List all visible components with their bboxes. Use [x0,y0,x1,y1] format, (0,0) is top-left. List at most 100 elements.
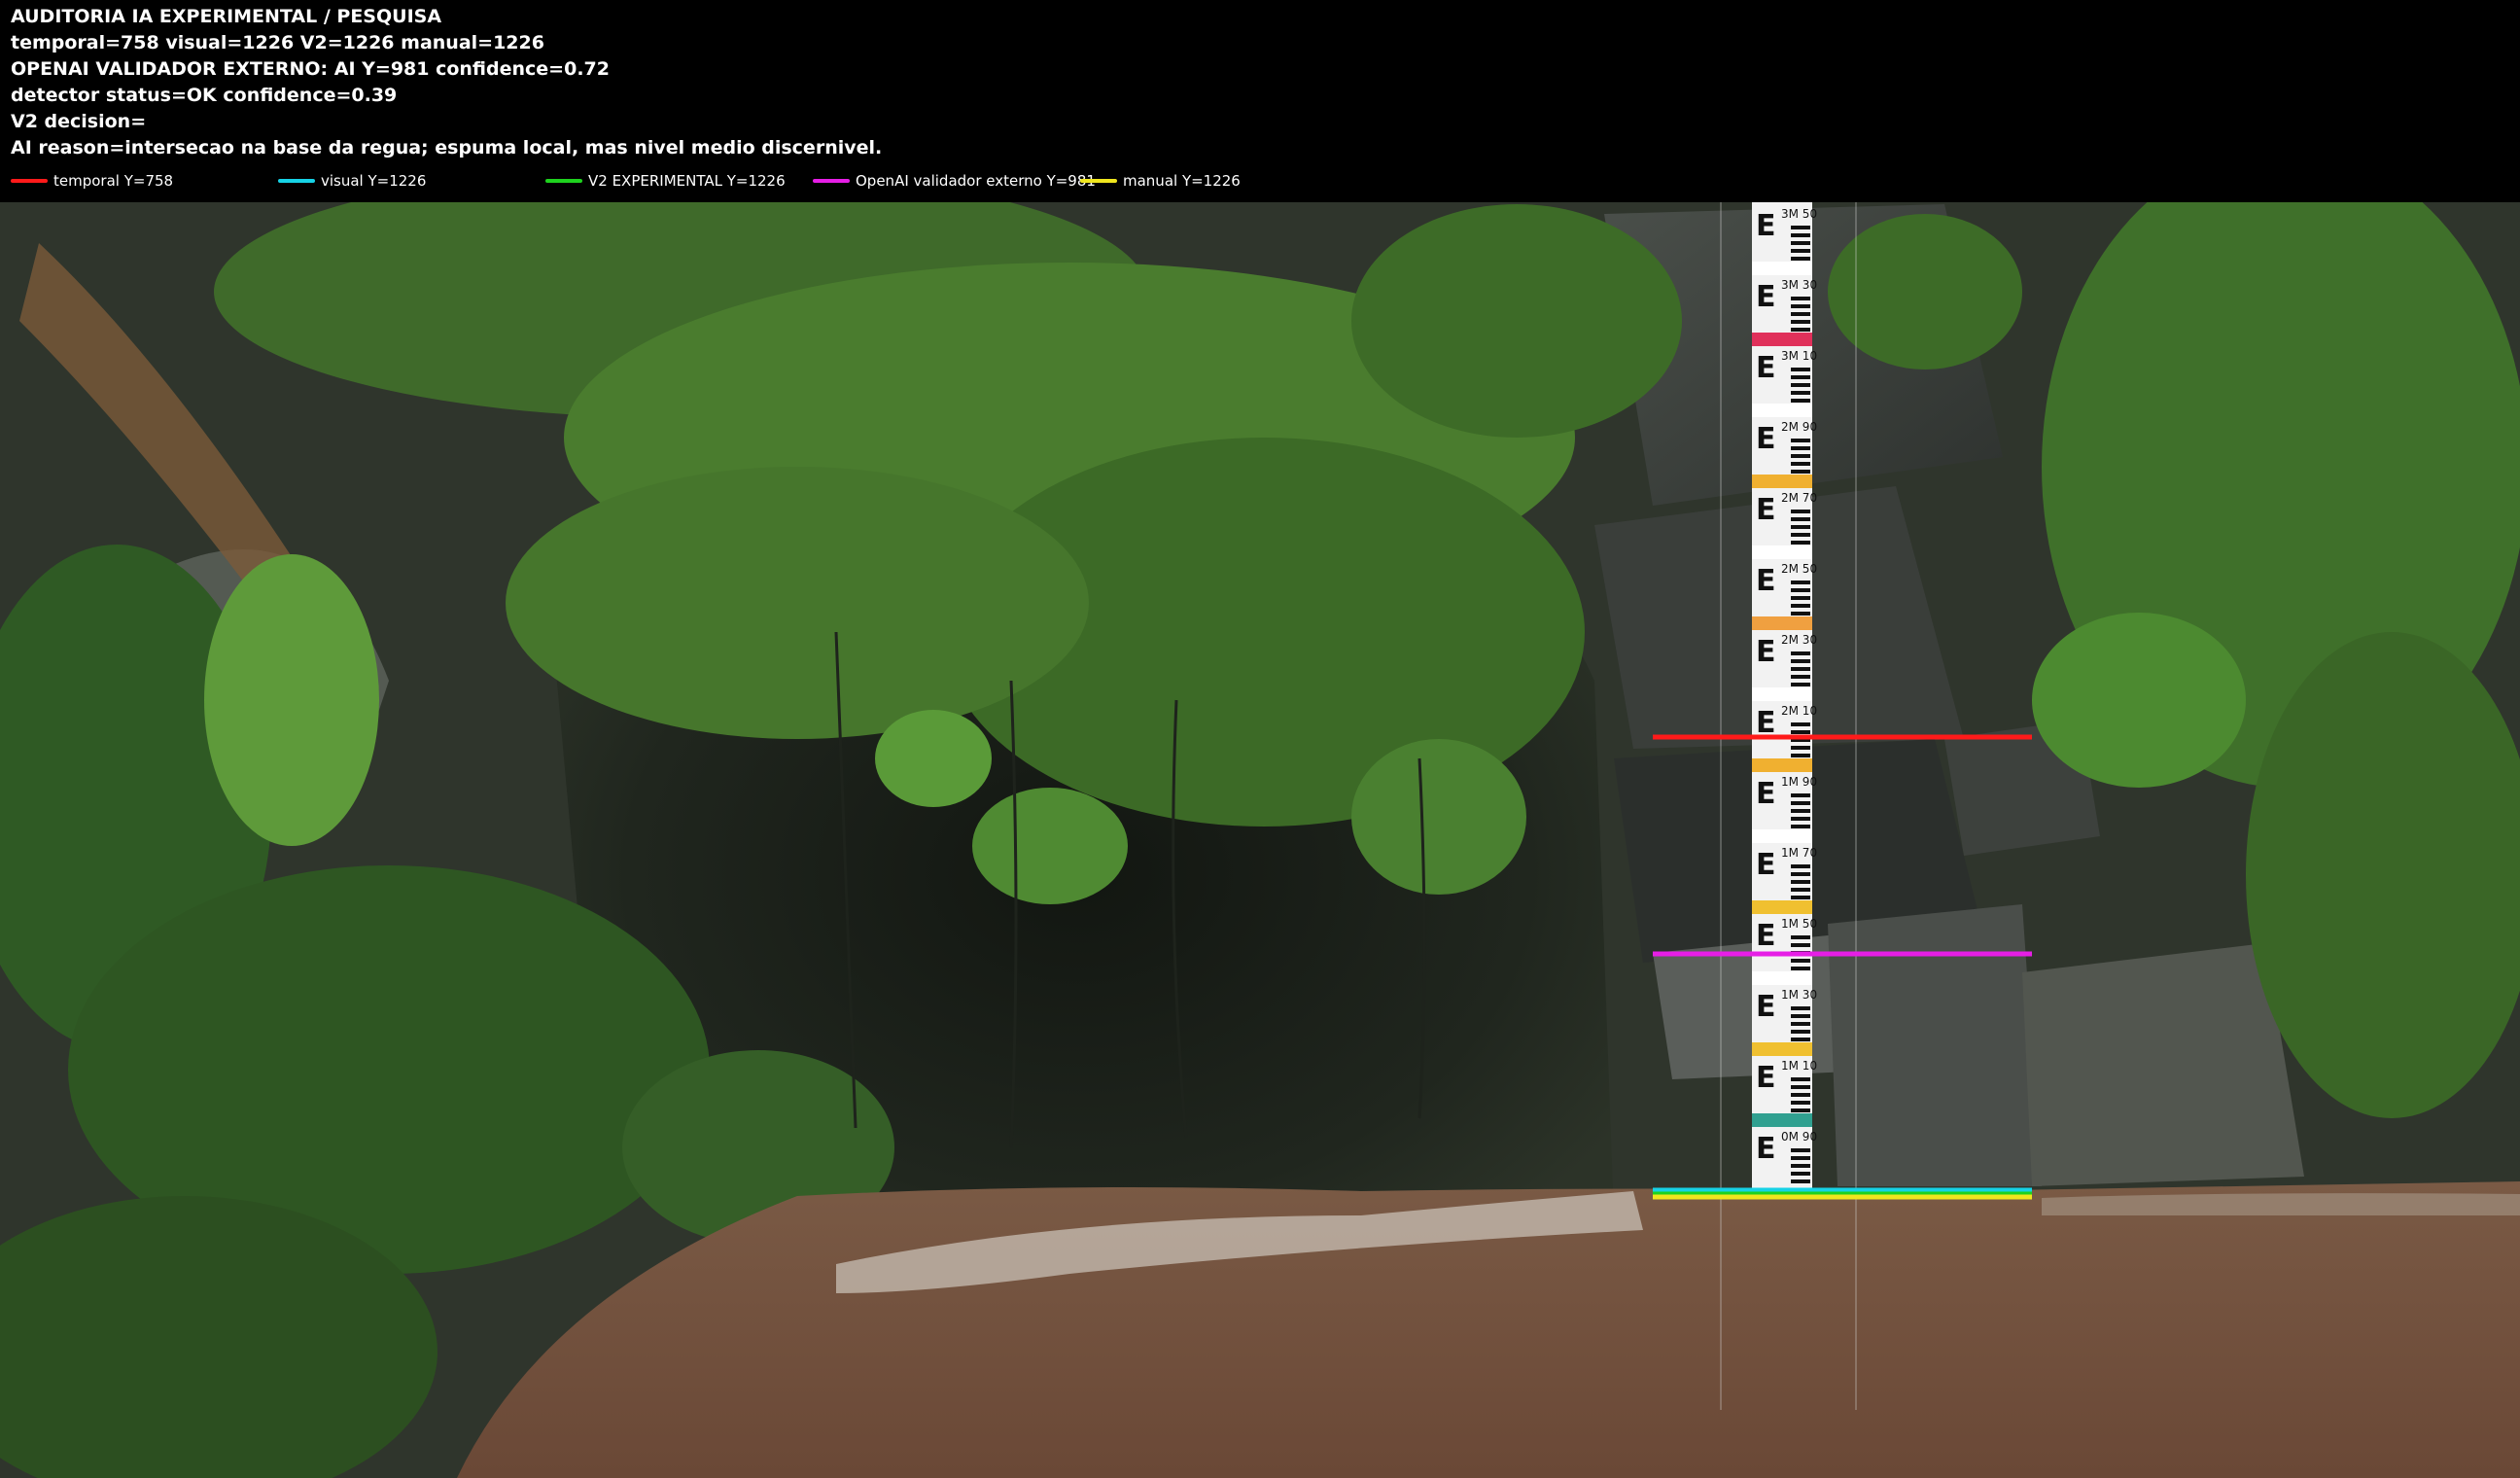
gauge-tick [1791,1022,1810,1026]
gauge-label: 1M 10 [1781,1059,1817,1073]
ai-reason: AI reason=intersecao na base da regua; e… [11,137,883,158]
legend-label-temporal: temporal Y=758 [53,172,174,190]
gauge-tick [1791,959,1810,963]
gauge-tick [1791,1093,1810,1097]
gauge-tick [1791,659,1810,663]
legend-label-v2: V2 EXPERIMENTAL Y=1226 [588,172,786,190]
gauge-label: 1M 90 [1781,775,1817,789]
gauge-tick [1791,967,1810,970]
gauge-tick [1791,1179,1810,1183]
gauge-tick [1791,399,1810,403]
gauge-label: 1M 50 [1781,917,1817,931]
gauge-color-band [1752,758,1812,772]
gauge-tick [1791,233,1810,237]
gauge-e-mark: E [1756,209,1776,243]
gauge-tick [1791,454,1810,458]
gauge-e-mark: E [1756,493,1776,527]
gauge-tick [1791,304,1810,308]
staff-gauge: E 3M 50 E 3M 30 E 3M 10 E 2M 90 E 2M 70 E 2M 50 E 2M … [1752,202,1817,1196]
gauge-tick [1791,683,1810,686]
gauge-color-band [1752,900,1812,914]
legend-swatch-v2 [545,179,582,183]
gauge-tick [1791,297,1810,300]
gauge-label: 2M 70 [1781,491,1817,505]
gauge-e-mark: E [1756,351,1776,385]
gauge-tick [1791,257,1810,261]
gauge-tick [1791,604,1810,608]
gauge-color-band [1752,475,1812,488]
gauge-color-band [1752,262,1812,275]
legend-label-visual: visual Y=1226 [321,172,427,190]
gauge-tick [1791,368,1810,371]
v2-decision: V2 decision= [11,111,147,132]
gauge-tick [1791,754,1810,757]
gauge-color-band [1752,1113,1812,1127]
gauge-tick [1791,328,1810,332]
gauge-tick [1791,651,1810,655]
gauge-tick [1791,1077,1810,1081]
gauge-tick [1791,1108,1810,1112]
gauge-tick [1791,226,1810,229]
gauge-tick [1791,462,1810,466]
gauge-color-band [1752,616,1812,630]
gauge-label: 2M 30 [1781,633,1817,647]
openai-validator-line: OPENAI VALIDADOR EXTERNO: AI Y=981 confi… [11,58,610,80]
gauge-tick [1791,596,1810,600]
gauge-tick [1791,809,1810,813]
gauge-tick [1791,1156,1810,1160]
gauge-tick [1791,1085,1810,1089]
gauge-tick [1791,1014,1810,1018]
gauge-e-mark: E [1756,564,1776,598]
gauge-e-mark: E [1756,1061,1776,1095]
legend-swatch-visual [278,179,315,183]
gauge-tick [1791,1030,1810,1034]
gauge-e-mark: E [1756,848,1776,882]
gauge-label: 1M 30 [1781,988,1817,1002]
gauge-tick [1791,517,1810,521]
gauge-tick [1791,872,1810,876]
gauge-color-band [1752,333,1812,346]
gauge-tick [1791,446,1810,450]
gauge-tick [1791,439,1810,442]
gauge-tick [1791,241,1810,245]
gauge-e-mark: E [1756,777,1776,811]
gauge-label: 3M 30 [1781,278,1817,292]
gauge-color-band [1752,404,1812,417]
gauge-tick [1791,525,1810,529]
gauge-tick [1791,888,1810,892]
gauge-tick [1791,533,1810,537]
gauge-label: 3M 10 [1781,349,1817,363]
gauge-tick [1791,375,1810,379]
gauge-tick [1791,880,1810,884]
gauge-tick [1791,581,1810,584]
gauge-color-band [1752,829,1812,843]
gauge-e-mark: E [1756,280,1776,314]
gauge-tick [1791,730,1810,734]
gauge-label: 1M 70 [1781,846,1817,860]
gauge-tick [1791,1006,1810,1010]
gauge-tick [1791,793,1810,797]
gauge-e-mark: E [1756,1132,1776,1166]
gauge-tick [1791,470,1810,474]
gauge-label: 2M 90 [1781,420,1817,434]
gauge-color-band [1752,971,1812,985]
gauge-tick [1791,825,1810,828]
gauge-tick [1791,1172,1810,1176]
legend-swatch-openai [813,179,850,183]
detector-status: detector status=OK confidence=0.39 [11,85,398,106]
gauge-tick [1791,320,1810,324]
gauge-tick [1791,801,1810,805]
river-scene: E 3M 50 E 3M 30 E 3M 10 E 2M 90 E 2M 70 E 2M 50 E 2M … [0,202,2520,1478]
gauge-tick [1791,864,1810,868]
legend-label-openai: OpenAI validador externo Y=981 [856,172,1096,190]
legend-swatch-manual [1080,179,1117,183]
audit-title: AUDITORIA IA EXPERIMENTAL / PESQUISA [11,6,442,27]
audit-header: AUDITORIA IA EXPERIMENTAL / PESQUISA tem… [0,0,2520,202]
gauge-tick [1791,612,1810,616]
gauge-tick [1791,312,1810,316]
gauge-tick [1791,667,1810,671]
gauge-tick [1791,1101,1810,1105]
gauge-e-mark: E [1756,422,1776,456]
camera-frame: E 3M 50 E 3M 30 E 3M 10 E 2M 90 E 2M 70 E 2M 50 E 2M … [0,202,2520,1478]
gauge-tick [1791,746,1810,750]
